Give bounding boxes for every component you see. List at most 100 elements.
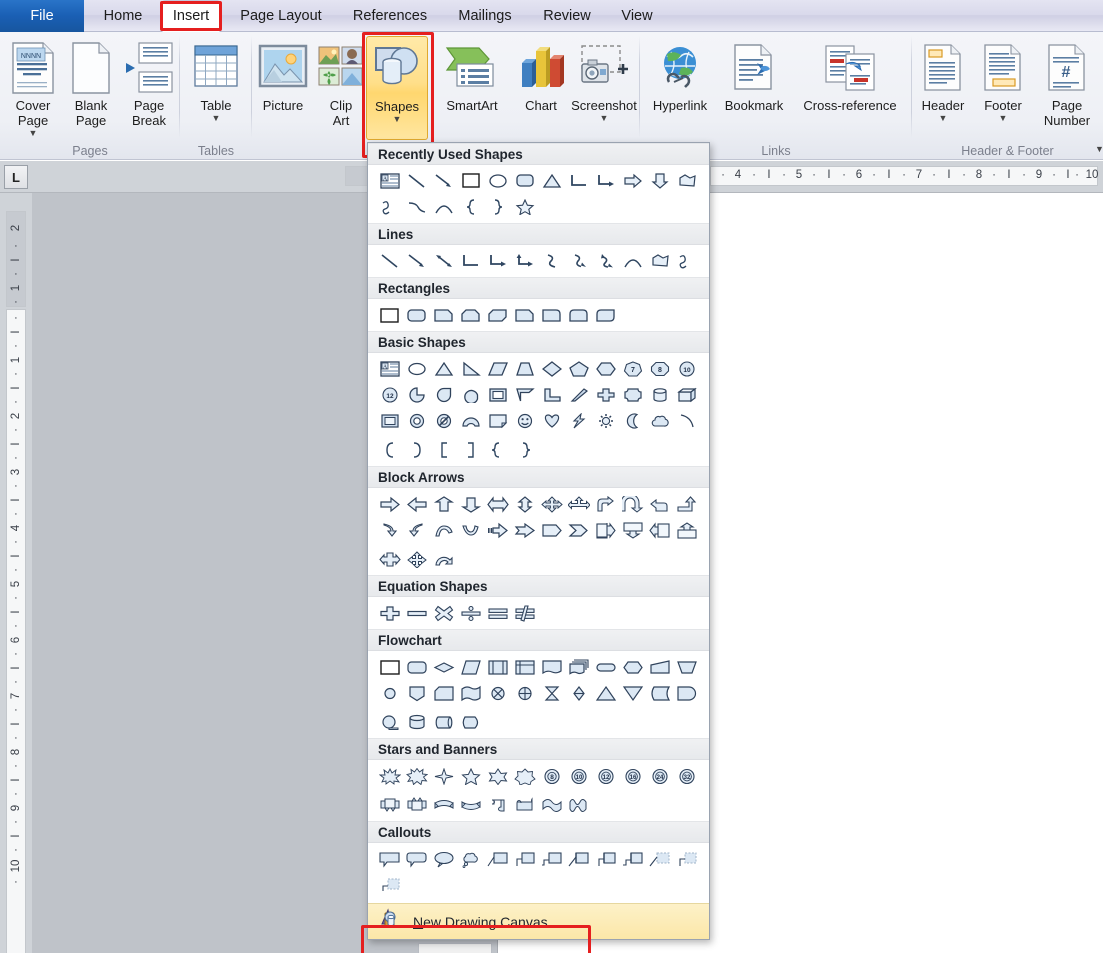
shape-flowchart-stored-data[interactable] — [646, 680, 673, 706]
shape-right-arrow[interactable] — [376, 491, 403, 517]
shape-curved-up-arrow[interactable] — [430, 517, 457, 543]
shape-sun[interactable] — [592, 408, 619, 434]
shape-vertical-scroll[interactable] — [484, 792, 511, 818]
shape-octagon[interactable]: 8 — [646, 356, 673, 382]
shape-left-arrow[interactable] — [403, 491, 430, 517]
table-button[interactable]: Table ▼ — [185, 36, 247, 140]
shape-flowchart-decision[interactable] — [430, 654, 457, 680]
shape-striped-right-arrow[interactable] — [484, 517, 511, 543]
vertical-ruler[interactable]: 2 · I · 1 · · I · 1 · I · 2 · I · 3 · I · 4 · I · 5 … — [0, 193, 32, 953]
shape-hexagon[interactable] — [592, 356, 619, 382]
shape-flowchart-manual-input[interactable] — [646, 654, 673, 680]
shape-l-shape[interactable] — [538, 382, 565, 408]
shape-trapezoid[interactable] — [511, 356, 538, 382]
shape-flowchart-merge[interactable] — [619, 680, 646, 706]
shape-right-arrow-callout[interactable] — [592, 517, 619, 543]
shape-curve[interactable] — [619, 248, 646, 274]
shape-flowchart-sequential-access-storage[interactable] — [376, 709, 403, 735]
shape-dodecagon[interactable]: 12 — [376, 382, 403, 408]
table-caret-icon[interactable]: ▼ — [212, 114, 221, 123]
shape-rectangle[interactable] — [376, 302, 403, 328]
shape-flowchart-collate[interactable] — [538, 680, 565, 706]
shape-lightning-bolt[interactable] — [565, 408, 592, 434]
shape-rounded-rectangle[interactable] — [511, 168, 538, 194]
shape-flowchart-multidocument[interactable] — [565, 654, 592, 680]
shape-curved-connector[interactable] — [538, 248, 565, 274]
cross-reference-button[interactable]: Cross-reference — [792, 36, 908, 140]
shape-cube[interactable] — [673, 382, 700, 408]
shape-quad-arrow[interactable] — [403, 546, 430, 572]
shape-16-point-star[interactable]: 16 — [619, 763, 646, 789]
shape-left-up-arrow[interactable] — [646, 491, 673, 517]
shape-pie[interactable] — [403, 382, 430, 408]
shape-12-point-star[interactable]: 12 — [592, 763, 619, 789]
tab-mailings[interactable]: Mailings — [446, 0, 524, 32]
screenshot-caret-icon[interactable]: ▼ — [600, 114, 609, 123]
shape-freeform[interactable] — [646, 248, 673, 274]
shape-flowchart-sort[interactable] — [565, 680, 592, 706]
shape-curved-left-arrow[interactable] — [403, 517, 430, 543]
shape-minus[interactable] — [403, 600, 430, 626]
shape-flowchart-data[interactable] — [457, 654, 484, 680]
shape-round-same-side-corner-rectangle[interactable] — [565, 302, 592, 328]
bookmark-button[interactable]: Bookmark — [716, 36, 792, 140]
shape-snip-and-round-single-corner-rectangle[interactable] — [511, 302, 538, 328]
shape-isosceles-triangle[interactable] — [430, 356, 457, 382]
shape-rounded-rectangular-callout[interactable] — [403, 846, 430, 872]
shape-rectangle[interactable] — [457, 168, 484, 194]
shape-line-callout-2-accent-bar[interactable] — [592, 846, 619, 872]
shape-10-point-star[interactable]: 10 — [565, 763, 592, 789]
shape-line-arrow[interactable] — [403, 248, 430, 274]
shape-donut[interactable] — [403, 408, 430, 434]
header-button[interactable]: Header ▼ — [912, 36, 974, 140]
shape-arc[interactable] — [430, 194, 457, 220]
shapes-button[interactable]: Shapes ▼ — [366, 36, 428, 140]
shape-frame[interactable] — [484, 382, 511, 408]
shapes-gallery-dropdown[interactable]: Recently Used Shapes A Lines Rectangles … — [367, 142, 710, 940]
shape-flowchart-or[interactable] — [511, 680, 538, 706]
shape-four-way-arrow[interactable] — [538, 491, 565, 517]
shape-teardrop[interactable] — [430, 382, 457, 408]
shape-left-bracket[interactable] — [376, 437, 403, 463]
smartart-button[interactable]: SmartArt — [434, 36, 510, 140]
horizontal-scrollbar-stub[interactable] — [418, 943, 492, 953]
shape-freeform[interactable] — [673, 168, 700, 194]
shape-rectangular-callout[interactable] — [376, 846, 403, 872]
shape-flowchart-delay[interactable] — [673, 680, 700, 706]
shape-line-callout-2-no-border[interactable] — [673, 846, 700, 872]
shape-flowchart-card[interactable] — [430, 680, 457, 706]
shape-curved-down-ribbon[interactable] — [457, 792, 484, 818]
shape-up-down-arrow[interactable] — [511, 491, 538, 517]
shape-snip-same-side-corner-rectangle[interactable] — [457, 302, 484, 328]
shape-line-arrow[interactable] — [430, 168, 457, 194]
clip-art-button[interactable]: Clip Art — [310, 36, 372, 140]
shape-chevron[interactable] — [565, 517, 592, 543]
shape-text-box[interactable]: A — [376, 356, 403, 382]
shape-flowchart-off-page-connector[interactable] — [403, 680, 430, 706]
shape-8-point-star[interactable]: 8 — [538, 763, 565, 789]
shape-down-arrow[interactable] — [646, 168, 673, 194]
shape-flowchart-alternate-process[interactable] — [403, 654, 430, 680]
shape-flowchart-summing-junction[interactable] — [484, 680, 511, 706]
shape-left-brace[interactable] — [457, 194, 484, 220]
shape-curved-down-arrow[interactable] — [457, 517, 484, 543]
page-break-button[interactable]: Page Break — [118, 36, 180, 140]
shape-text-box[interactable]: A — [376, 168, 403, 194]
shape-up-arrow-callout[interactable] — [673, 517, 700, 543]
shape-line[interactable] — [403, 168, 430, 194]
screenshot-button[interactable]: Screenshot ▼ — [568, 36, 640, 140]
shape-parallelogram[interactable] — [484, 356, 511, 382]
shape-5-point-star[interactable] — [457, 763, 484, 789]
shape-5-point-star[interactable] — [511, 194, 538, 220]
shape-flowchart-punched-tape[interactable] — [457, 680, 484, 706]
shape-elbow-connector[interactable] — [565, 168, 592, 194]
shape-arc[interactable] — [673, 408, 700, 434]
shape-round-diagonal-corner-rectangle[interactable] — [592, 302, 619, 328]
shape-flowchart-terminator[interactable] — [592, 654, 619, 680]
shape-line-callout-1-accent-bar[interactable] — [565, 846, 592, 872]
shape-oval-callout[interactable] — [430, 846, 457, 872]
shape-wave[interactable] — [538, 792, 565, 818]
shape-line-callout-3[interactable] — [538, 846, 565, 872]
shape-7-point-star[interactable] — [511, 763, 538, 789]
shape-flowchart-display[interactable] — [457, 709, 484, 735]
